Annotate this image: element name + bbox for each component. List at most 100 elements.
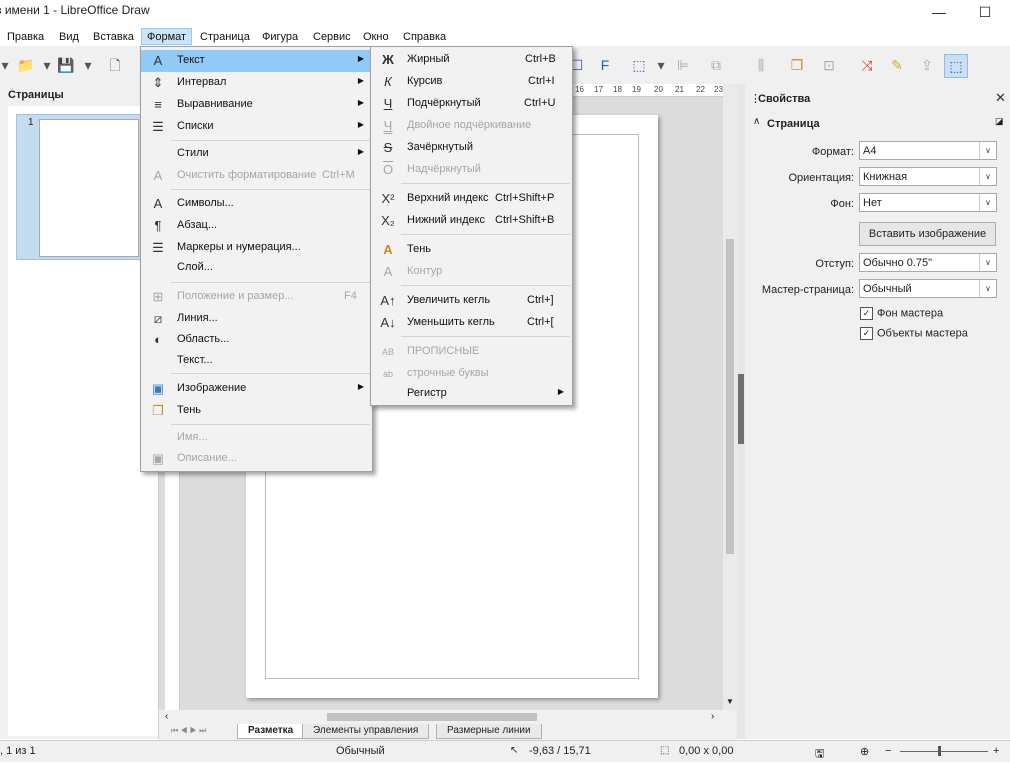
distribute-icon[interactable]: ⫼ bbox=[750, 54, 772, 76]
menu-item-lowercase[interactable]: ab строчные буквы bbox=[371, 363, 572, 385]
menu-tools[interactable]: Сервис bbox=[308, 29, 356, 45]
menu-item-shrink-font[interactable]: A↓ Уменьшить кегль Ctrl+[ bbox=[371, 312, 572, 334]
scroll-right-icon[interactable]: › bbox=[711, 711, 714, 722]
menu-item-styles[interactable]: Стили ▶ bbox=[141, 143, 372, 165]
menu-window[interactable]: Окно bbox=[358, 29, 394, 45]
menu-item-bullets[interactable]: ☰ Маркеры и нумерация... bbox=[141, 237, 372, 259]
align-objects-icon[interactable]: ⊫ bbox=[672, 54, 694, 76]
text-box-icon[interactable]: F bbox=[594, 54, 616, 76]
menu-item-subscript[interactable]: X₂ Нижний индекс Ctrl+Shift+B bbox=[371, 210, 572, 232]
new-icon[interactable]: ▾ bbox=[0, 54, 16, 76]
background-select[interactable]: Нет ∨ bbox=[859, 193, 997, 212]
menu-item-superscript[interactable]: X² Верхний индекс Ctrl+Shift+P bbox=[371, 188, 572, 210]
crop-icon[interactable]: ⊡ bbox=[818, 54, 840, 76]
sidebar-collapse-grip[interactable] bbox=[738, 374, 744, 444]
menu-item-lists[interactable]: ☰ Списки ▶ bbox=[141, 116, 372, 138]
outline-text-icon: A bbox=[383, 264, 393, 279]
glue-points-icon[interactable]: ✎ bbox=[886, 54, 908, 76]
menu-separator bbox=[401, 285, 570, 286]
close-window-button[interactable]: ✕ bbox=[1000, 0, 1010, 26]
menu-item-grow-font[interactable]: A↑ Увеличить кегль Ctrl+] bbox=[371, 290, 572, 312]
save-dropdown-icon[interactable]: ▾ bbox=[77, 54, 99, 76]
points-icon[interactable]: ⤨ bbox=[856, 54, 878, 76]
export-icon[interactable]: 🗋 bbox=[104, 54, 126, 76]
scroll-down-icon[interactable]: ▼ bbox=[726, 697, 734, 706]
menu-edit[interactable]: Правка bbox=[2, 29, 49, 45]
sidebar-close-button[interactable]: ✕ bbox=[995, 90, 1006, 106]
menu-item-name[interactable]: Имя... bbox=[141, 427, 372, 449]
menu-item-overline[interactable]: O Надчёркнутый bbox=[371, 159, 572, 181]
transform-dropdown-icon[interactable]: ▾ bbox=[650, 54, 672, 76]
menu-item-align[interactable]: ≡ Выравнивание ▶ bbox=[141, 94, 372, 116]
menu-view[interactable]: Вид bbox=[54, 29, 84, 45]
minimize-button[interactable]: — bbox=[916, 0, 962, 26]
menu-shape[interactable]: Фигура bbox=[257, 29, 303, 45]
document-modified-icon[interactable]: 🖫 bbox=[815, 745, 824, 764]
menu-item-outline[interactable]: A Контур bbox=[371, 261, 572, 283]
more-options-icon[interactable]: ◪ bbox=[995, 116, 1004, 127]
collapse-icon[interactable]: ∧ bbox=[753, 116, 760, 127]
menu-separator bbox=[171, 424, 370, 425]
menu-item-shortcut: F4 bbox=[344, 290, 357, 302]
toggle-extrusion-icon[interactable]: ⇪ bbox=[916, 54, 938, 76]
bold-icon: Ж bbox=[382, 52, 394, 67]
menu-item-area[interactable]: ◐ Область... bbox=[141, 329, 372, 351]
zoom-in-button[interactable]: + bbox=[993, 745, 999, 757]
menu-item-description[interactable]: ▣ Описание... bbox=[141, 448, 372, 470]
menu-item-underline[interactable]: Ч Подчёркнутый Ctrl+U bbox=[371, 93, 572, 115]
menu-item-line[interactable]: ⧄ Линия... bbox=[141, 308, 372, 330]
margin-select[interactable]: Обычно 0.75" ∨ bbox=[859, 253, 997, 272]
zoom-slider[interactable] bbox=[900, 751, 988, 752]
sidebar-splitter[interactable] bbox=[737, 84, 745, 739]
menu-item-image[interactable]: ▣ Изображение ▶ bbox=[141, 378, 372, 400]
horizontal-scrollbar[interactable]: ‹ › bbox=[159, 710, 737, 724]
menu-item-clear-formatting[interactable]: A Очистить форматирование Ctrl+M bbox=[141, 165, 372, 187]
menu-item-double-underline[interactable]: Ч Двойное подчёркивание bbox=[371, 115, 572, 137]
tab-controls[interactable]: Элементы управления bbox=[302, 724, 430, 739]
menu-item-italic[interactable]: К Курсив Ctrl+I bbox=[371, 71, 572, 93]
menu-help[interactable]: Справка bbox=[398, 29, 451, 45]
menu-item-position-size[interactable]: ⊞ Положение и размер... F4 bbox=[141, 286, 372, 308]
interaction-icon[interactable]: ⬚ bbox=[944, 54, 968, 78]
vertical-scrollbar[interactable]: ▼ bbox=[723, 84, 737, 710]
lowercase-icon: ab bbox=[382, 369, 393, 379]
horizontal-scroll-thumb[interactable] bbox=[327, 713, 537, 721]
tab-layout[interactable]: Разметка bbox=[237, 724, 305, 739]
menu-page[interactable]: Страница bbox=[195, 29, 255, 45]
format-select[interactable]: A4 ∨ bbox=[859, 141, 997, 160]
menu-item-layer[interactable]: Слой... bbox=[141, 257, 372, 279]
arrange-icon[interactable]: ⧉ bbox=[705, 54, 727, 76]
menu-insert[interactable]: Вставка bbox=[88, 29, 139, 45]
master-objects-checkbox[interactable]: ✓ Объекты мастера bbox=[860, 327, 968, 340]
menu-item-bold[interactable]: Ж Жирный Ctrl+B bbox=[371, 49, 572, 71]
menu-item-shadow[interactable]: ❐ Тень bbox=[141, 400, 372, 422]
zoom-out-button[interactable]: − bbox=[885, 745, 891, 757]
menu-item-case[interactable]: Регистр ▶ bbox=[371, 383, 572, 405]
menu-item-text[interactable]: A Текст ▶ bbox=[141, 50, 372, 72]
tab-nav-icon[interactable]: ⏮ ◀ ▶ ⏭ bbox=[171, 726, 206, 736]
menu-item-strikethrough[interactable]: S Зачёркнутый bbox=[371, 137, 572, 159]
page-thumbnail[interactable]: 1 bbox=[16, 114, 141, 260]
orientation-select[interactable]: Книжная ∨ bbox=[859, 167, 997, 186]
open-icon[interactable]: 📁 bbox=[15, 54, 37, 76]
master-page-label: Мастер-страница: bbox=[761, 284, 854, 296]
fit-page-icon[interactable]: ⊕ bbox=[860, 745, 869, 758]
master-background-checkbox[interactable]: ✓ Фон мастера bbox=[860, 307, 943, 320]
menu-item-text-attrs[interactable]: Текст... bbox=[141, 350, 372, 372]
insert-image-button[interactable]: Вставить изображение bbox=[859, 222, 996, 246]
save-icon[interactable]: 💾 bbox=[55, 54, 77, 76]
menu-item-spacing[interactable]: ⇕ Интервал ▶ bbox=[141, 72, 372, 94]
tab-dimension-lines[interactable]: Размерные линии bbox=[436, 724, 542, 739]
menu-item-paragraph[interactable]: ¶ Абзац... bbox=[141, 215, 372, 237]
menu-item-text-shadow[interactable]: A Тень bbox=[371, 239, 572, 261]
master-page-select[interactable]: Обычный ∨ bbox=[859, 279, 997, 298]
transform-icon[interactable]: ⬚ bbox=[628, 54, 650, 76]
menu-item-character[interactable]: A Символы... bbox=[141, 193, 372, 215]
ruler-tick: 17 bbox=[594, 85, 603, 94]
menu-item-uppercase[interactable]: AB ПРОПИСНЫЕ bbox=[371, 341, 572, 363]
shadow-toolbar-icon[interactable]: ❐ bbox=[786, 54, 808, 76]
scroll-left-icon[interactable]: ‹ bbox=[165, 711, 168, 722]
zoom-slider-thumb[interactable] bbox=[938, 746, 941, 756]
vertical-scroll-thumb[interactable] bbox=[726, 239, 734, 554]
menu-format[interactable]: Формат bbox=[141, 28, 193, 45]
